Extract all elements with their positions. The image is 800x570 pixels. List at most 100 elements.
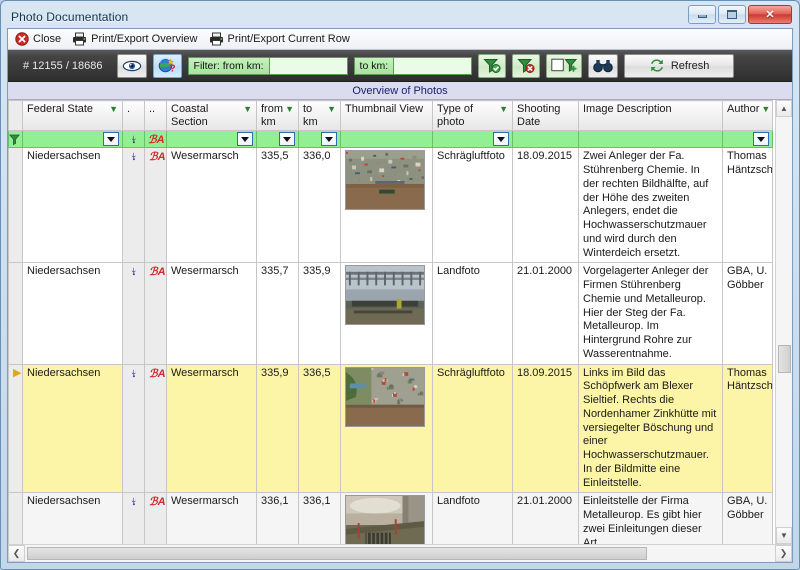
cell-thumbnail[interactable] <box>340 492 433 544</box>
scroll-right-button[interactable]: ❯ <box>775 545 792 562</box>
horizontal-scrollbar[interactable]: ❮ ❯ <box>8 544 792 562</box>
filter-cell-dot[interactable]: ⤞ <box>122 130 145 149</box>
cell-author[interactable]: GBA, U. Göbber <box>722 262 773 365</box>
filter-cell-coastal-section[interactable] <box>166 130 257 149</box>
cell-author[interactable]: Thomas Häntzschel/n <box>722 147 773 264</box>
map-help-button[interactable]: ? <box>152 53 182 78</box>
cell-author[interactable]: Thomas Häntzschel/n <box>722 363 773 494</box>
menu-item-print-export-overview[interactable]: Print/Export Overview <box>70 31 202 48</box>
filter-cell-dotdot[interactable]: ℬA <box>144 130 167 149</box>
cell-image-description[interactable]: Links im Bild das Schöpfwerk am Blexer S… <box>578 363 723 494</box>
maximize-button[interactable] <box>718 5 746 24</box>
cell-federal-state[interactable]: Niedersachsen <box>22 262 123 365</box>
cell-to-km[interactable]: 336,5 <box>298 363 341 494</box>
cell-from-km[interactable]: 335,9 <box>256 363 299 494</box>
filter-funnel-icon[interactable]: ▼ <box>761 104 770 114</box>
filter-dropdown-button[interactable] <box>753 132 769 147</box>
cell-thumbnail[interactable] <box>340 147 433 264</box>
filter-cell-federal-state[interactable] <box>22 130 123 149</box>
cell-shooting-date[interactable]: 21.01.2000 <box>512 262 579 365</box>
cell-from-km[interactable]: 336,1 <box>256 492 299 544</box>
column-header-thumbnail-view[interactable]: Thumbnail View <box>340 100 433 132</box>
cell-shooting-date[interactable]: 18.09.2015 <box>512 363 579 494</box>
cell-measure-icon[interactable]: ⤞ <box>122 262 145 365</box>
filter-from-km-input[interactable] <box>269 56 348 75</box>
filter-funnel-icon[interactable]: ▼ <box>109 104 118 114</box>
filter-dropdown-button[interactable] <box>103 132 119 147</box>
apply-filter-button[interactable] <box>478 53 507 78</box>
filter-row-indicator[interactable] <box>8 130 23 149</box>
cell-ba-marker-icon[interactable]: ℬA <box>144 147 167 264</box>
table-row[interactable]: Niedersachsen ⤞ ℬA Wesermarsch 335,5 336… <box>8 147 773 264</box>
cell-image-description[interactable]: Einleitstelle der Firma Metalleurop. Es … <box>578 492 723 544</box>
column-header-from-km[interactable]: from km ▼ <box>256 100 299 132</box>
find-button[interactable] <box>588 53 619 78</box>
vertical-scroll-track[interactable] <box>776 117 792 527</box>
cell-coastal-section[interactable]: Wesermarsch <box>166 492 257 544</box>
eye-button[interactable] <box>116 53 147 78</box>
grid-scroll-viewport[interactable]: Federal State ▼ . .. Coastal Section ▼ fro… <box>8 100 775 544</box>
column-header-to-km[interactable]: to km ▼ <box>298 100 341 132</box>
filter-dropdown-button[interactable] <box>493 132 509 147</box>
table-row[interactable]: ▶ Niedersachsen ⤞ ℬA Wesermarsch 335,9 3… <box>8 363 773 494</box>
cell-ba-marker-icon[interactable]: ℬA <box>144 262 167 365</box>
cell-measure-icon[interactable]: ⤞ <box>122 492 145 544</box>
refresh-button[interactable]: Refresh <box>624 53 735 78</box>
table-row[interactable]: Niedersachsen ⤞ ℬA Wesermarsch 335,7 335… <box>8 262 773 365</box>
row-selector[interactable] <box>8 492 23 544</box>
cell-thumbnail[interactable] <box>340 363 433 494</box>
minimize-button[interactable] <box>688 5 716 24</box>
cell-measure-icon[interactable]: ⤞ <box>122 147 145 264</box>
cell-coastal-section[interactable]: Wesermarsch <box>166 262 257 365</box>
column-header-author[interactable]: Author ▼ <box>722 100 773 132</box>
filter-funnel-icon[interactable]: ▼ <box>327 104 336 114</box>
menu-item-print-export-current-row[interactable]: Print/Export Current Row <box>207 31 355 48</box>
cell-type-of-photo[interactable]: Landfoto <box>432 262 513 365</box>
cell-ba-marker-icon[interactable]: ℬA <box>144 363 167 494</box>
scroll-down-button[interactable]: ▼ <box>776 527 792 544</box>
cell-author[interactable]: GBA, U. Göbber <box>722 492 773 544</box>
clear-filter-button[interactable] <box>512 53 541 78</box>
column-header-shooting-date[interactable]: Shooting Date <box>512 100 579 132</box>
cell-thumbnail[interactable] <box>340 262 433 365</box>
cell-federal-state[interactable]: Niedersachsen <box>22 147 123 264</box>
table-row[interactable]: Niedersachsen ⤞ ℬA Wesermarsch 336,1 336… <box>8 492 773 544</box>
row-selector[interactable]: ▶ <box>8 363 23 494</box>
menu-item-close[interactable]: Close <box>13 31 66 48</box>
scroll-up-button[interactable]: ▲ <box>776 100 792 117</box>
filter-to-km-input[interactable] <box>394 56 473 75</box>
column-header-type-of-photo[interactable]: Type of photo ▼ <box>432 100 513 132</box>
cell-shooting-date[interactable]: 21.01.2000 <box>512 492 579 544</box>
filter-cell-author[interactable] <box>722 130 773 149</box>
cell-to-km[interactable]: 336,0 <box>298 147 341 264</box>
cell-to-km[interactable]: 335,9 <box>298 262 341 365</box>
filter-funnel-icon[interactable]: ▼ <box>285 104 294 114</box>
filter-funnel-icon[interactable]: ▼ <box>499 104 508 114</box>
filter-cell-type-of-photo[interactable] <box>432 130 513 149</box>
filter-cell-from-km[interactable] <box>256 130 299 149</box>
cell-image-description[interactable]: Vorgelagerter Anleger der Firmen Stühren… <box>578 262 723 365</box>
vertical-scroll-thumb[interactable] <box>778 345 791 373</box>
cell-from-km[interactable]: 335,7 <box>256 262 299 365</box>
column-header-dot[interactable]: . <box>122 100 145 132</box>
filter-funnel-icon[interactable]: ▼ <box>243 104 252 114</box>
filter-dropdown-button[interactable] <box>237 132 253 147</box>
horizontal-scroll-thumb[interactable] <box>27 547 647 560</box>
cell-federal-state[interactable]: Niedersachsen <box>22 363 123 494</box>
cell-image-description[interactable]: Zwei Anleger der Fa. Stührenberg Chemie.… <box>578 147 723 264</box>
column-header-federal-state[interactable]: Federal State ▼ <box>22 100 123 132</box>
cell-measure-icon[interactable]: ⤞ <box>122 363 145 494</box>
filter-cell-to-km[interactable] <box>298 130 341 149</box>
cell-shooting-date[interactable]: 18.09.2015 <box>512 147 579 264</box>
row-selector[interactable] <box>8 147 23 264</box>
scroll-left-button[interactable]: ❮ <box>8 545 25 562</box>
column-header-image-description[interactable]: Image Description <box>578 100 723 132</box>
cell-type-of-photo[interactable]: Schrägluftfoto <box>432 363 513 494</box>
vertical-scrollbar[interactable]: ▲ ▼ <box>775 100 792 544</box>
new-filter-button[interactable] <box>546 53 583 78</box>
cell-from-km[interactable]: 335,5 <box>256 147 299 264</box>
filter-dropdown-button[interactable] <box>279 132 295 147</box>
filter-dropdown-button[interactable] <box>321 132 337 147</box>
horizontal-scroll-track[interactable] <box>25 545 775 562</box>
cell-type-of-photo[interactable]: Landfoto <box>432 492 513 544</box>
